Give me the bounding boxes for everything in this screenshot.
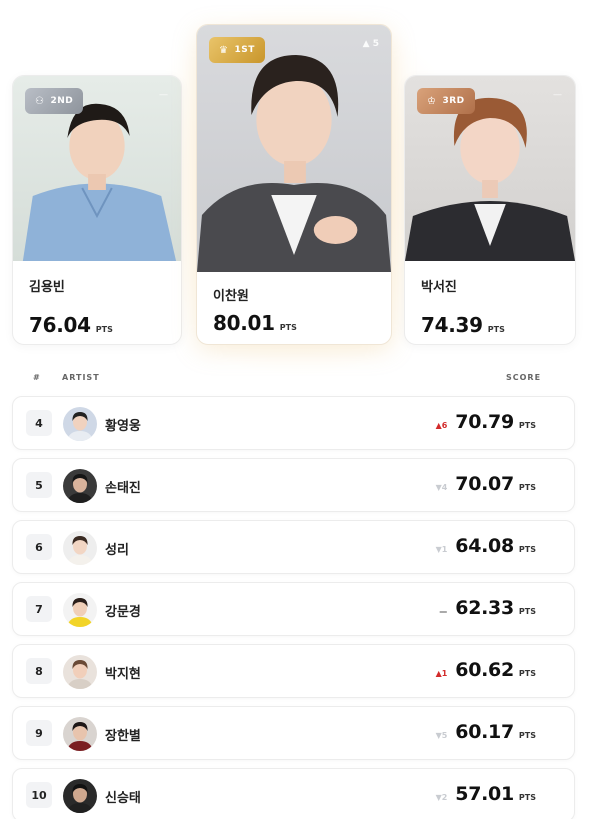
score-unit: PTS: [95, 325, 113, 334]
rank-badge: ⚇ 2ND: [25, 88, 84, 114]
artist-name: 성리: [105, 543, 129, 558]
artist-score: 74.39 PTS: [421, 313, 505, 337]
score-group: ▼2 57.01 PTS: [436, 783, 536, 805]
avatar: [63, 407, 97, 441]
score-value: 57.01: [455, 783, 514, 805]
rank-change: ▲ 5: [362, 39, 379, 49]
rank-change: ▼5: [435, 731, 448, 740]
rank-number: 6: [26, 534, 52, 560]
ranking-row[interactable]: 5 손태진 ▼4 70.07 PTS: [12, 458, 575, 512]
crown-icon: ♛: [219, 44, 229, 56]
score-group: ▲1 60.62 PTS: [436, 659, 536, 681]
score-value: 74.39: [421, 313, 483, 337]
ranking-row[interactable]: 6 성리 ▼1 64.08 PTS: [12, 520, 575, 574]
artist-score: 76.04 PTS: [29, 313, 113, 337]
score-unit: PTS: [518, 607, 536, 616]
ranking-row[interactable]: 8 박지현 ▲1 60.62 PTS: [12, 644, 575, 698]
podium-card-1st[interactable]: ♛ 1ST ▲ 5 이찬원 80.01 PTS: [196, 24, 392, 345]
score-group: — 62.33 PTS: [439, 597, 536, 619]
rank-number: 8: [26, 658, 52, 684]
rank-change: ▲1: [435, 669, 448, 678]
score-value: 64.08: [455, 535, 514, 557]
rank-number: 7: [26, 596, 52, 622]
artist-name: 이찬원: [213, 289, 249, 304]
score-value: 60.62: [455, 659, 514, 681]
rank-change: ▼2: [435, 793, 448, 802]
artist-name: 박지현: [105, 667, 141, 682]
score-group: ▼4 70.07 PTS: [436, 473, 536, 495]
score-unit: PTS: [518, 545, 536, 554]
artist-name: 손태진: [105, 481, 141, 496]
podium-card-3rd[interactable]: ♔ 3RD — 박서진 74.39 PTS: [404, 75, 576, 345]
score-unit: PTS: [518, 669, 536, 678]
avatar: [63, 469, 97, 503]
artist-score: 80.01 PTS: [213, 311, 297, 335]
rank-change: ▲6: [435, 421, 448, 430]
rank-number: 10: [26, 782, 52, 808]
artist-photo: ⚇ 2ND —: [13, 76, 181, 261]
score-group: ▼5 60.17 PTS: [436, 721, 536, 743]
score-unit: PTS: [518, 793, 536, 802]
artist-name: 박서진: [421, 280, 457, 295]
medal-icon: ⚇: [35, 95, 45, 107]
artist-name: 강문경: [105, 605, 141, 620]
rank-number: 5: [26, 472, 52, 498]
rank-badge: ♔ 3RD: [417, 88, 475, 114]
rank-badge: ♛ 1ST: [209, 37, 265, 63]
artist-column-header: ARTIST: [62, 373, 100, 382]
score-value: 80.01: [213, 311, 275, 335]
more-indicator: —: [553, 90, 563, 100]
avatar: [63, 593, 97, 627]
rank-number: 4: [26, 410, 52, 436]
score-value: 70.07: [455, 473, 514, 495]
score-unit: PTS: [518, 421, 536, 430]
score-group: ▼1 64.08 PTS: [436, 535, 536, 557]
score-value: 62.33: [455, 597, 514, 619]
ranking-row[interactable]: 9 장한별 ▼5 60.17 PTS: [12, 706, 575, 760]
rank-number: 9: [26, 720, 52, 746]
rank-change: ▼1: [435, 545, 448, 554]
score-value: 70.79: [455, 411, 514, 433]
artist-photo: ♔ 3RD —: [405, 76, 575, 261]
avatar: [63, 655, 97, 689]
podium-card-2nd[interactable]: ⚇ 2ND — 김용빈 76.04 PTS: [12, 75, 182, 345]
artist-name: 김용빈: [29, 280, 65, 295]
score-column-header: SCORE: [506, 373, 542, 382]
trophy-icon: ♔: [427, 95, 437, 107]
table-header: # ARTIST SCORE: [0, 373, 600, 387]
score-unit: PTS: [279, 323, 297, 332]
artist-name: 황영웅: [105, 419, 141, 434]
score-unit: PTS: [518, 483, 536, 492]
rank-change: ▼4: [435, 483, 448, 492]
artist-photo: ♛ 1ST ▲ 5: [197, 25, 391, 272]
ranking-row[interactable]: 10 신승태 ▼2 57.01 PTS: [12, 768, 575, 819]
ranking-row[interactable]: 4 황영웅 ▲6 70.79 PTS: [12, 396, 575, 450]
score-unit: PTS: [487, 325, 505, 334]
score-unit: PTS: [518, 731, 536, 740]
artist-name: 신승태: [105, 791, 141, 806]
score-value: 76.04: [29, 313, 91, 337]
avatar: [63, 717, 97, 751]
score-value: 60.17: [455, 721, 514, 743]
more-indicator: —: [159, 90, 169, 100]
avatar: [63, 779, 97, 813]
ranking-row[interactable]: 7 강문경 — 62.33 PTS: [12, 582, 575, 636]
rank-column-header: #: [33, 373, 41, 382]
artist-name: 장한별: [105, 729, 141, 744]
score-group: ▲6 70.79 PTS: [436, 411, 536, 433]
avatar: [63, 531, 97, 565]
rank-change: —: [439, 607, 448, 616]
